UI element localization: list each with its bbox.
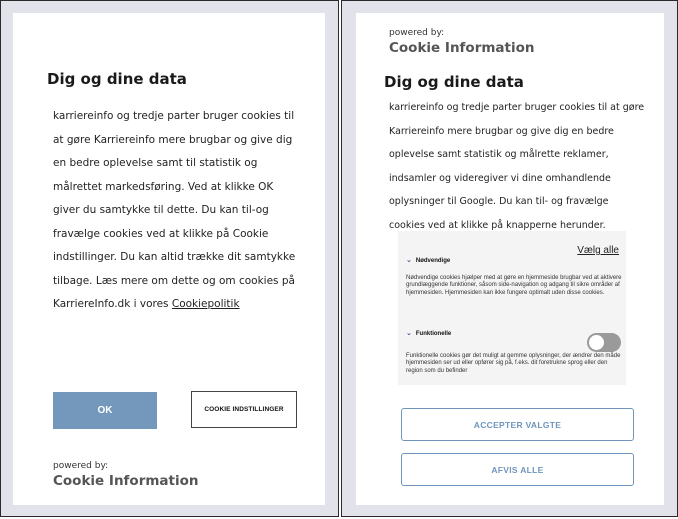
category-header-functional[interactable]: ⌄ Funktionelle: [406, 329, 451, 337]
category-header-necessary[interactable]: ⌄ Nødvendige: [406, 256, 450, 264]
category-description: Nødvendige cookies hjælper med at gøre e…: [406, 275, 622, 296]
accept-selected-button[interactable]: ACCEPTER VALGTE: [401, 408, 634, 441]
select-all-link[interactable]: Vælg alle: [577, 245, 619, 256]
cookie-policy-link[interactable]: Cookiepolitik: [172, 298, 240, 310]
dialog-body: karriereinfo og tredje parter bruger coo…: [389, 102, 645, 231]
cookie-dialog-left-frame: Dig og dine data karriereinfo og tredje …: [0, 0, 339, 517]
cookie-dialog-right: powered by: Cookie Information Dig og di…: [356, 13, 664, 505]
ok-button[interactable]: OK: [53, 392, 157, 429]
toggle-knob: [589, 335, 604, 350]
powered-by-label: powered by:: [389, 28, 445, 38]
cookie-information-logo: Cookie Information: [389, 40, 535, 56]
cookie-categories-panel[interactable]: Vælg alle ⌄ Nødvendige Nødvendige cookies…: [398, 231, 626, 385]
cookie-information-logo: Cookie Information: [53, 473, 199, 489]
category-name: Nødvendige: [415, 258, 451, 264]
cookie-dialog-left: Dig og dine data karriereinfo og tredje …: [13, 13, 325, 505]
dialog-title: Dig og dine data: [47, 70, 187, 88]
category-description: Funktionelle cookies gør det muligt at g…: [406, 353, 621, 374]
dialog-title: Dig og dine data: [384, 73, 524, 91]
dialog-body: karriereinfo og tredje parter bruger coo…: [53, 105, 303, 317]
functional-toggle[interactable]: [587, 333, 621, 352]
cookie-settings-button[interactable]: COOKIE INDSTILLINGER: [191, 391, 297, 428]
reject-all-button[interactable]: AFVIS ALLE: [401, 453, 634, 486]
chevron-down-icon: ⌄: [406, 257, 412, 264]
category-name: Funktionelle: [415, 331, 452, 337]
powered-by-label: powered by:: [53, 461, 109, 471]
dialog-body-text: karriereinfo og tredje parter bruger coo…: [53, 110, 296, 310]
chevron-down-icon: ⌄: [406, 330, 412, 337]
cookie-dialog-right-frame: powered by: Cookie Information Dig og di…: [341, 0, 678, 517]
